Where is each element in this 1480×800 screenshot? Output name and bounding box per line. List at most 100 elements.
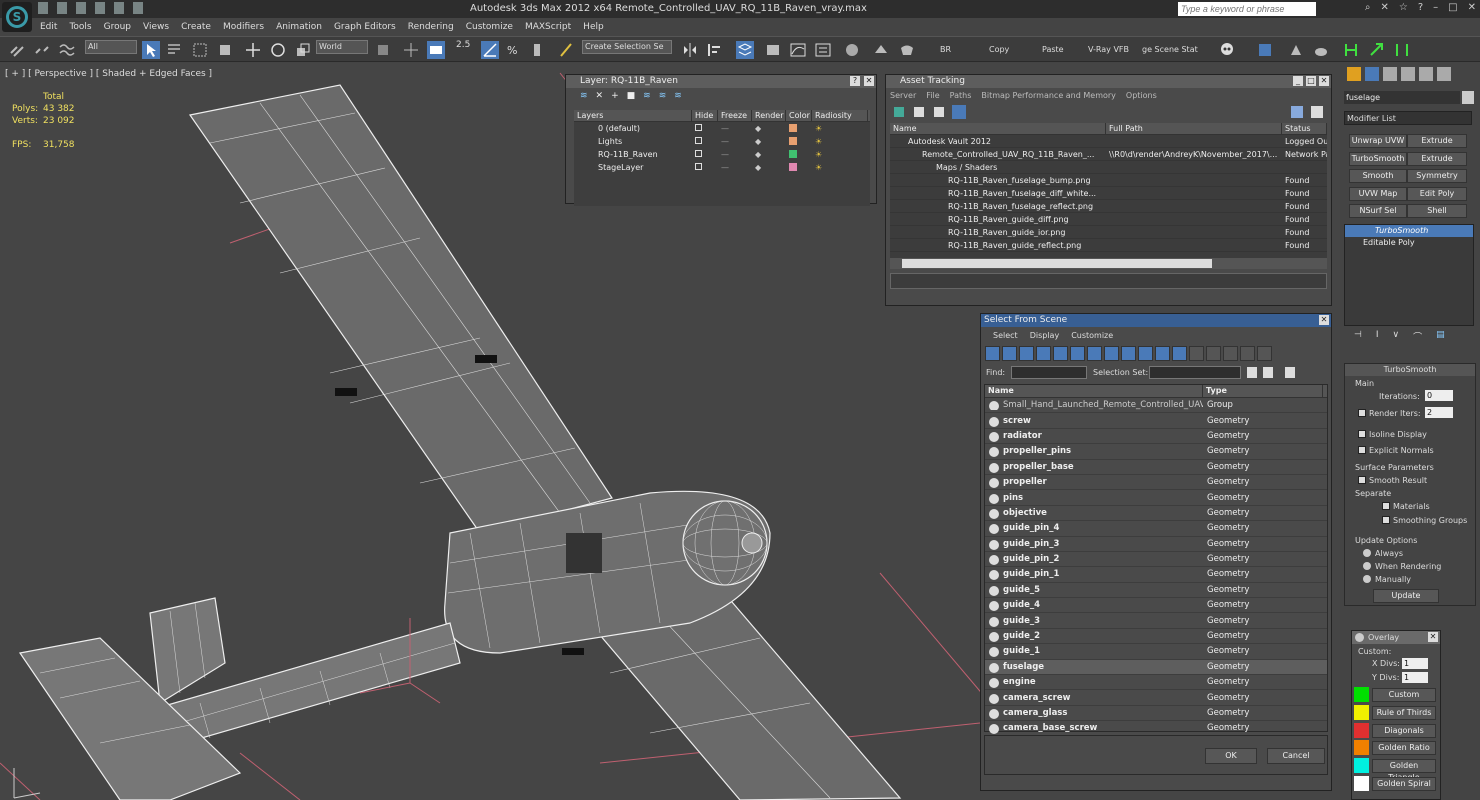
hide-toggle[interactable] — [692, 150, 718, 159]
hide-toggle[interactable] — [692, 137, 718, 146]
maximize-icon[interactable]: □ — [1306, 76, 1316, 86]
selection-set-dropdown[interactable] — [1149, 366, 1241, 379]
smooth-result-checkbox[interactable] — [1358, 476, 1366, 484]
skull-icon[interactable] — [1218, 41, 1236, 59]
display-hidden-icon[interactable] — [1172, 346, 1187, 361]
layer-row[interactable]: Lights — ◆ ☀ — [574, 135, 870, 148]
render-setup-icon[interactable] — [872, 41, 890, 59]
overlay-golden-spiral-button[interactable]: Golden Spiral — [1372, 777, 1436, 791]
close-icon[interactable]: ✕ — [1428, 632, 1438, 642]
new-file-icon[interactable] — [38, 2, 48, 14]
overlay-custom-button[interactable]: Custom — [1372, 688, 1436, 702]
hierarchy-tab-icon[interactable] — [1383, 67, 1397, 81]
refresh-icon[interactable] — [894, 107, 904, 117]
scene-object-row[interactable]: guide_pin_4 Geometry — [985, 521, 1327, 537]
graphite-icon[interactable] — [764, 41, 782, 59]
new-layer-icon[interactable]: ≋ — [580, 91, 588, 106]
reference-coord-dropdown[interactable]: World — [316, 40, 368, 54]
layer-manager-icon[interactable] — [736, 41, 754, 59]
overlay-diagonals-button[interactable]: Diagonals — [1372, 723, 1436, 738]
scene-object-row[interactable]: guide_pin_2 Geometry — [985, 552, 1327, 568]
scene-object-row[interactable]: guide_pin_3 Geometry — [985, 537, 1327, 552]
modifier-button-nsurf-sel[interactable]: NSurf Sel — [1349, 204, 1407, 218]
asset-menu-server[interactable]: Server — [890, 91, 916, 100]
select-by-name-icon[interactable] — [165, 41, 183, 59]
project-icon[interactable] — [133, 2, 143, 14]
display-frozen-icon[interactable] — [1155, 346, 1170, 361]
remove-modifier-icon[interactable]: ⌒ — [1413, 330, 1422, 344]
scene-object-row[interactable]: guide_5 Geometry — [985, 583, 1327, 599]
display-shapes-icon[interactable] — [1002, 346, 1017, 361]
minimize-icon[interactable]: – — [1433, 2, 1438, 13]
overlay-color-swatch[interactable] — [1354, 722, 1369, 738]
percent-snap-icon[interactable]: % — [504, 41, 522, 59]
configure-sets-icon[interactable]: ▤ — [1436, 330, 1445, 344]
freeze-toggle[interactable]: — — [718, 124, 752, 133]
radiosity-icon[interactable]: ☀ — [812, 163, 868, 172]
edit-named-sel-icon[interactable] — [558, 41, 576, 59]
copy-button[interactable]: Copy — [989, 45, 1009, 54]
motion-tab-icon[interactable] — [1401, 67, 1415, 81]
unlink-icon[interactable] — [33, 41, 51, 59]
paste-button[interactable]: Paste — [1042, 45, 1064, 54]
named-selection-sets-dropdown[interactable]: Create Selection Se — [582, 40, 672, 54]
select-object-icon[interactable] — [142, 41, 160, 59]
show-end-result-icon[interactable]: I — [1376, 330, 1379, 344]
help-icon[interactable]: ? — [850, 76, 860, 86]
scene-object-row[interactable]: fuselage Geometry — [985, 659, 1327, 676]
layer-color-swatch[interactable] — [786, 136, 812, 147]
y-divs-spinner[interactable]: 1 — [1402, 672, 1428, 683]
modifier-button-edit-poly[interactable]: Edit Poly — [1407, 186, 1467, 201]
scale-icon[interactable] — [294, 41, 312, 59]
rotate-icon[interactable] — [269, 41, 287, 59]
col-render[interactable]: Render — [752, 110, 786, 121]
asset-menu-file[interactable]: File — [926, 91, 939, 100]
delete-layer-icon[interactable]: ✕ — [596, 91, 604, 106]
modifier-button-unwrap-uvw[interactable]: Unwrap UVW — [1349, 134, 1407, 148]
col-status[interactable]: Status — [1282, 123, 1327, 134]
update-button[interactable]: Update — [1373, 589, 1439, 603]
selection-filter-dropdown[interactable]: All — [85, 40, 137, 54]
select-objects-icon[interactable]: ■ — [627, 91, 636, 106]
hide-toggle[interactable] — [692, 124, 718, 133]
overlay-rule-of-thirds-button[interactable]: Rule of Thirds — [1372, 705, 1436, 720]
scene-object-row[interactable]: camera_glass Geometry — [985, 706, 1327, 722]
scene-object-row[interactable]: guide_2 Geometry — [985, 629, 1327, 645]
menu-modifiers[interactable]: Modifiers — [217, 18, 270, 36]
scene-stat-button[interactable]: ge Scene Stat — [1142, 45, 1198, 54]
scene-object-row[interactable]: guide_1 Geometry — [985, 644, 1327, 660]
stack-editable-poly[interactable]: Editable Poly — [1345, 237, 1473, 249]
select-manipulate-icon[interactable] — [402, 41, 420, 59]
modifier-button-uvw-map[interactable]: UVW Map — [1349, 186, 1407, 201]
object-name-field[interactable]: fuselage — [1344, 91, 1460, 104]
display-invert-icon[interactable] — [1223, 346, 1238, 361]
viewport-label[interactable]: [ + ] [ Perspective ] [ Shaded + Edged F… — [5, 69, 212, 79]
scene-object-row[interactable]: propeller_pins Geometry — [985, 444, 1327, 460]
layer-row[interactable]: StageLayer — ◆ ☀ — [574, 161, 870, 174]
close-icon[interactable]: ✕ — [864, 76, 874, 86]
table-view-icon[interactable] — [952, 105, 966, 119]
undo-icon[interactable] — [95, 2, 105, 14]
utilities-tab-icon[interactable] — [1437, 67, 1451, 81]
asset-path-field[interactable] — [890, 273, 1327, 289]
col-radiosity[interactable]: Radiosity — [812, 110, 868, 121]
minimize-icon[interactable]: _ — [1293, 76, 1303, 86]
render-frame-icon[interactable] — [898, 41, 916, 59]
iterations-spinner[interactable]: 0 — [1425, 390, 1453, 401]
rect-selection-icon[interactable] — [191, 41, 209, 59]
close-icon[interactable]: ✕ — [1319, 76, 1329, 86]
display-tab-icon[interactable] — [1419, 67, 1433, 81]
vray-vfb-button[interactable]: V-Ray VFB — [1088, 45, 1129, 54]
asset-row[interactable]: RQ-11B_Raven_fuselage_diff_white... Found — [890, 187, 1327, 200]
snap-toggle[interactable]: 2.5 — [456, 40, 470, 50]
align-icon[interactable] — [706, 41, 724, 59]
always-radio[interactable] — [1363, 549, 1371, 557]
render-teapot-icon[interactable]: ◆ — [752, 163, 786, 172]
keyboard-shortcut-icon[interactable] — [427, 41, 445, 59]
asset-row[interactable]: RQ-11B_Raven_guide_diff.png Found — [890, 213, 1327, 226]
render-iters-spinner[interactable]: 2 — [1425, 407, 1453, 418]
star-icon[interactable]: ☆ — [1399, 2, 1408, 13]
open-file-icon[interactable] — [57, 2, 67, 14]
menu-views[interactable]: Views — [137, 18, 175, 36]
display-all-icon[interactable] — [1189, 346, 1204, 361]
